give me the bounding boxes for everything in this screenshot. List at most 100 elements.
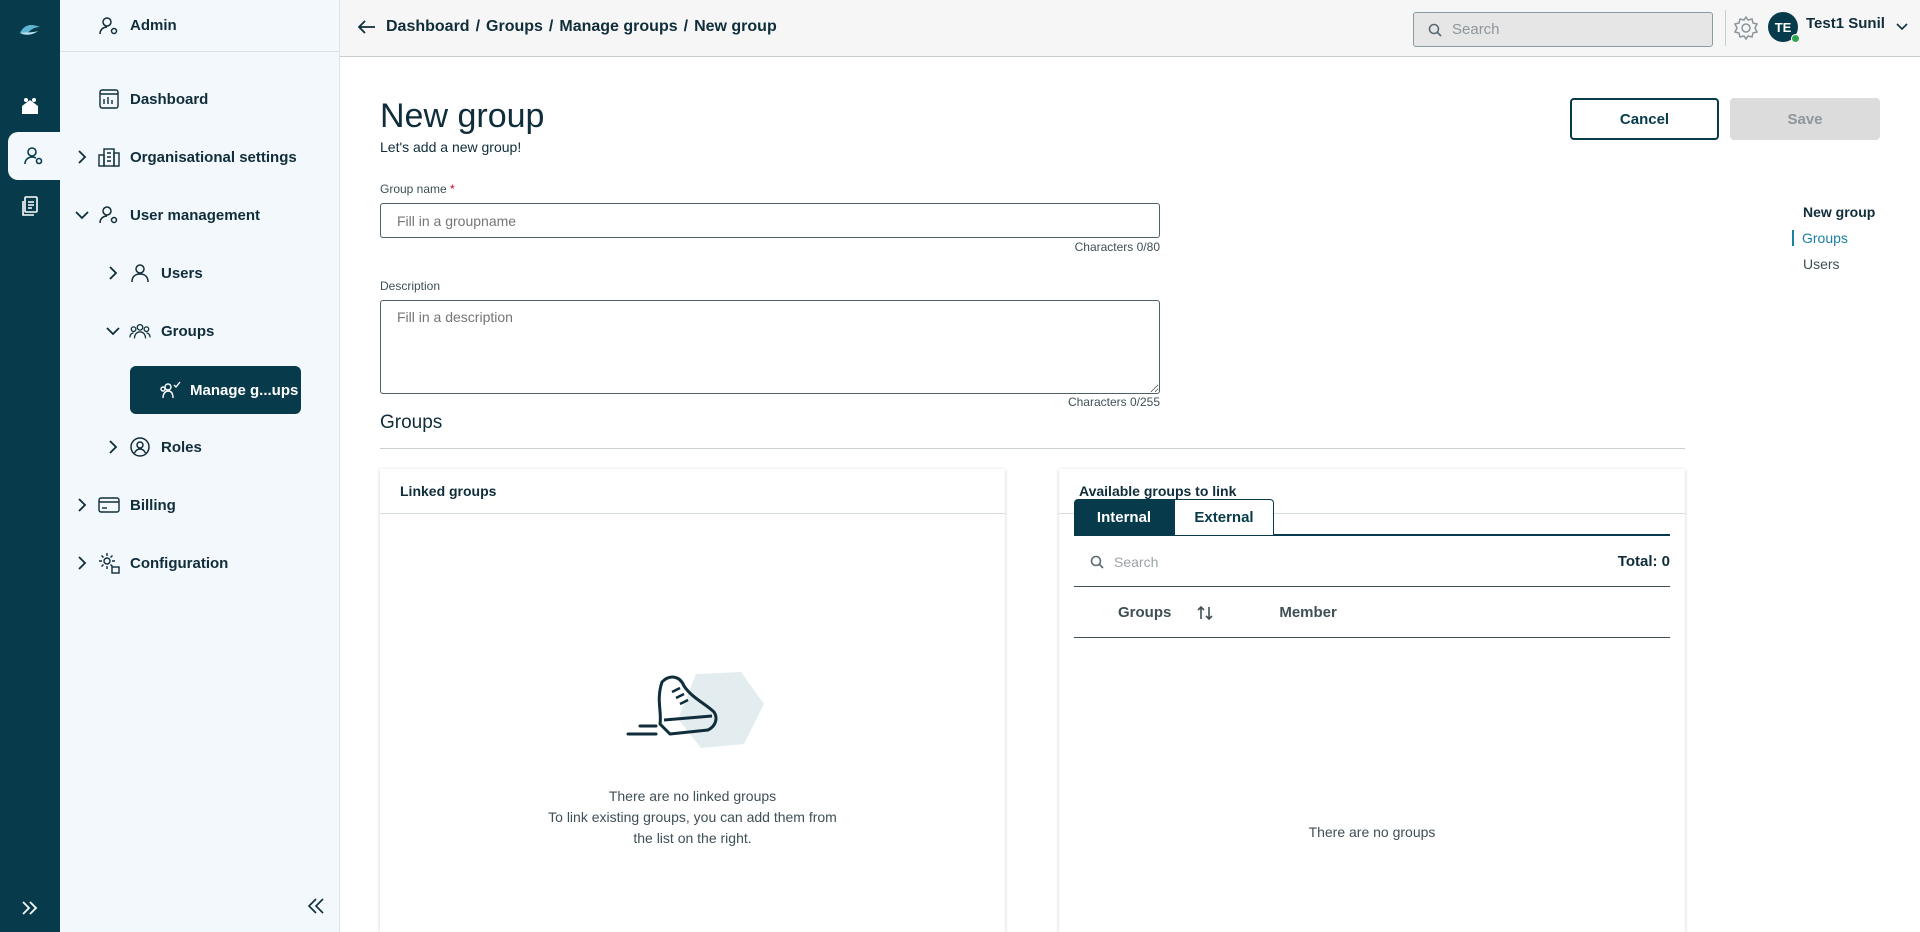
chevron-right-icon [74,555,90,571]
users-group-icon [129,320,151,342]
sidebar-item-label: Roles [161,438,202,456]
avatar-initials: TE [1774,19,1792,35]
groups-section-title: Groups [380,412,443,433]
description-input[interactable] [380,300,1160,394]
chevron-right-icon [74,149,90,165]
sort-icon[interactable] [1197,605,1213,621]
sidebar-item-organisational-settings[interactable]: Organisational settings [74,137,297,177]
sidebar-item-user-management[interactable]: User management [74,195,260,235]
empty-state-text-line2: the list on the right. [633,830,752,846]
documents-icon[interactable] [0,182,60,230]
sidebar: Admin Dashboard Organisational settings … [60,0,340,932]
toc-item-users[interactable]: Users [1803,256,1875,272]
empty-state-text-line1: To link existing groups, you can add the… [548,809,837,825]
building-icon [98,146,120,168]
sidebar-item-label: Organisational settings [130,148,297,166]
tab-external[interactable]: External [1174,499,1274,536]
description-counter: Characters 0/255 [1067,395,1160,409]
group-name-input[interactable] [380,203,1160,238]
home-icon[interactable] [0,82,60,130]
group-name-label-text: Group name [380,182,447,196]
sidebar-item-billing[interactable]: Billing [74,485,176,525]
save-button[interactable]: Save [1730,98,1880,140]
breadcrumb-separator: / [475,18,481,35]
toc-item-groups[interactable]: Groups [1792,230,1875,246]
sidebar-item-groups[interactable]: Groups [105,311,214,351]
linked-groups-title: Linked groups [380,469,1005,514]
sidebar-item-configuration[interactable]: Configuration [74,543,228,583]
user-admin-icon [98,204,120,226]
column-header-groups[interactable]: Groups [1118,604,1171,621]
search-icon [1428,23,1442,37]
breadcrumb: Dashboard / Groups / Manage groups / New… [358,18,777,36]
sidebar-item-label: User management [130,206,261,224]
top-bar: Dashboard / Groups / Manage groups / New… [340,0,1920,57]
empty-state-title: There are no linked groups [608,788,777,804]
collapse-sidebar-icon[interactable] [307,898,325,919]
back-arrow-icon[interactable] [358,20,376,34]
gear-icon[interactable] [1733,15,1759,46]
logo-icon[interactable] [0,6,60,54]
user-admin-icon[interactable] [8,132,60,180]
online-status-dot [1791,34,1800,43]
breadcrumb-current: New group [694,18,777,35]
linked-groups-card: Linked groups There are no linked groups… [380,469,1005,932]
available-groups-card: Available groups to link Internal Extern… [1059,469,1685,932]
chevron-down-icon [105,323,121,339]
chevron-right-icon [74,497,90,513]
description-label: Description [380,279,441,293]
breadcrumb-separator: / [548,18,554,35]
groups-search-input[interactable]: Search [1114,554,1618,570]
manage-groups-icon [160,379,182,401]
breadcrumb-separator: / [683,18,689,35]
sidebar-header: Admin [60,0,339,52]
sidebar-item-manage-groups[interactable]: Manage g...ups [130,366,301,414]
user-name[interactable]: Test1 Sunil [1806,15,1885,32]
group-name-label: Group name * [380,182,455,196]
sidebar-item-roles[interactable]: Roles [105,427,202,467]
breadcrumb-groups[interactable]: Groups [486,18,543,36]
global-search-input[interactable]: Search [1413,12,1713,47]
sidebar-item-users[interactable]: Users [105,253,203,293]
required-mark: * [450,182,455,196]
breadcrumb-manage-groups[interactable]: Manage groups [559,18,677,36]
cancel-button[interactable]: Cancel [1570,98,1719,140]
group-name-counter: Characters 0/80 [1074,240,1160,254]
sidebar-item-label: Dashboard [130,90,209,108]
page-toc: New group Groups Users [1792,204,1875,272]
breadcrumb-dashboard[interactable]: Dashboard [386,18,470,36]
section-divider [380,448,1685,449]
dashboard-icon [98,88,120,110]
search-icon [1090,555,1104,569]
icon-rail [0,0,60,932]
credit-card-icon [98,494,120,516]
page-title: New group [380,97,545,135]
tab-bar: Internal External [1074,499,1274,536]
configuration-icon [98,552,120,574]
sidebar-item-label: Configuration [130,554,229,572]
user-admin-icon [98,15,120,37]
chevron-right-icon [105,439,121,455]
sidebar-item-label: Groups [161,322,215,340]
sidebar-item-label: Users [161,264,203,282]
search-placeholder: Search [1452,21,1500,38]
sidebar-item-dashboard[interactable]: Dashboard [98,79,208,119]
main-content: New group Let's add a new group! Cancel … [340,57,1920,932]
tab-internal[interactable]: Internal [1074,499,1174,536]
sidebar-item-label: Manage g...ups [190,381,299,399]
chevron-down-icon[interactable] [1896,18,1908,36]
column-header-member[interactable]: Member [1279,604,1337,621]
divider [1725,10,1726,46]
sneaker-illustration-icon [626,664,766,759]
expand-rail-icon[interactable] [0,884,60,932]
toc-item-new-group[interactable]: New group [1803,204,1875,220]
sidebar-title: Admin [130,17,177,34]
linked-groups-empty-state: There are no linked groups To link exist… [380,786,1005,849]
chevron-down-icon [74,207,90,223]
role-icon [129,436,151,458]
user-icon [129,262,151,284]
chevron-right-icon [105,265,121,281]
groups-table-header: Groups Member [1074,588,1670,638]
available-groups-empty-state: There are no groups [1308,824,1436,840]
page-subtitle: Let's add a new group! [380,139,522,155]
